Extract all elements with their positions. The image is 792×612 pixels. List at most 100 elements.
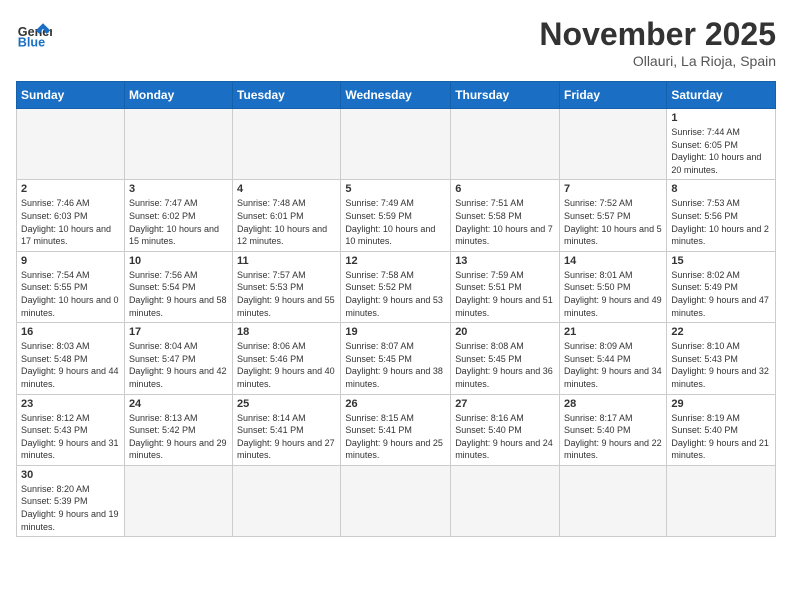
day-info: Sunrise: 7:44 AM Sunset: 6:05 PM Dayligh…: [671, 126, 771, 176]
day-info: Sunrise: 7:57 AM Sunset: 5:53 PM Dayligh…: [237, 269, 336, 319]
calendar-cell: 19 Sunrise: 8:07 AM Sunset: 5:45 PM Dayli…: [341, 323, 451, 394]
weekday-header-friday: Friday: [560, 82, 667, 109]
calendar-cell: 29 Sunrise: 8:19 AM Sunset: 5:40 PM Dayli…: [667, 394, 776, 465]
day-number: 11: [237, 255, 336, 267]
calendar-cell: 20Sunrise: 8:08 AM Sunset: 5:45 PM Dayli…: [451, 323, 560, 394]
day-info: Sunrise: 8:15 AM Sunset: 5:41 PM Dayligh…: [345, 412, 446, 462]
svg-text:Blue: Blue: [18, 36, 45, 50]
calendar-cell: 3 Sunrise: 7:47 AM Sunset: 6:02 PM Daylig…: [124, 180, 232, 251]
weekday-header-row: SundayMondayTuesdayWednesdayThursdayFrid…: [17, 82, 776, 109]
calendar-cell: 5Sunrise: 7:49 AM Sunset: 5:59 PM Daylig…: [341, 180, 451, 251]
weekday-header-monday: Monday: [124, 82, 232, 109]
calendar-week-2: 2Sunrise: 7:46 AM Sunset: 6:03 PM Daylig…: [17, 180, 776, 251]
day-number: 2: [21, 183, 120, 195]
day-number: 16: [21, 326, 120, 338]
day-number: 13: [455, 255, 555, 267]
calendar-cell: 7 Sunrise: 7:52 AM Sunset: 5:57 PM Daylig…: [560, 180, 667, 251]
day-number: 29: [671, 398, 771, 410]
day-info: Sunrise: 8:20 AM Sunset: 5:39 PM Dayligh…: [21, 483, 120, 533]
logo: General Blue: [16, 16, 52, 52]
day-info: Sunrise: 8:16 AM Sunset: 5:40 PM Dayligh…: [455, 412, 555, 462]
day-info: Sunrise: 7:54 AM Sunset: 5:55 PM Dayligh…: [21, 269, 120, 319]
day-info: Sunrise: 8:19 AM Sunset: 5:40 PM Dayligh…: [671, 412, 771, 462]
calendar-cell: [233, 109, 341, 180]
calendar-cell: 9Sunrise: 7:54 AM Sunset: 5:55 PM Daylig…: [17, 251, 125, 322]
day-info: Sunrise: 8:06 AM Sunset: 5:46 PM Dayligh…: [237, 340, 336, 390]
calendar-cell: 4 Sunrise: 7:48 AM Sunset: 6:01 PM Daylig…: [233, 180, 341, 251]
calendar-cell: [451, 465, 560, 536]
day-number: 23: [21, 398, 120, 410]
calendar-cell: 10Sunrise: 7:56 AM Sunset: 5:54 PM Dayli…: [124, 251, 232, 322]
day-number: 21: [564, 326, 662, 338]
day-info: Sunrise: 8:12 AM Sunset: 5:43 PM Dayligh…: [21, 412, 120, 462]
day-info: Sunrise: 8:04 AM Sunset: 5:47 PM Dayligh…: [129, 340, 228, 390]
page-header: General Blue November 2025 Ollauri, La R…: [16, 16, 776, 69]
day-info: Sunrise: 8:03 AM Sunset: 5:48 PM Dayligh…: [21, 340, 120, 390]
day-info: Sunrise: 7:51 AM Sunset: 5:58 PM Dayligh…: [455, 197, 555, 247]
calendar-cell: 1 Sunrise: 7:44 AM Sunset: 6:05 PM Daylig…: [667, 109, 776, 180]
day-info: Sunrise: 8:07 AM Sunset: 5:45 PM Dayligh…: [345, 340, 446, 390]
calendar-cell: 18 Sunrise: 8:06 AM Sunset: 5:46 PM Dayli…: [233, 323, 341, 394]
calendar-cell: 25 Sunrise: 8:14 AM Sunset: 5:41 PM Dayli…: [233, 394, 341, 465]
day-number: 3: [129, 183, 228, 195]
weekday-header-wednesday: Wednesday: [341, 82, 451, 109]
day-number: 19: [345, 326, 446, 338]
calendar-week-6: 30 Sunrise: 8:20 AM Sunset: 5:39 PM Dayli…: [17, 465, 776, 536]
month-title: November 2025: [539, 16, 776, 53]
day-number: 28: [564, 398, 662, 410]
day-number: 1: [671, 112, 771, 124]
day-number: 6: [455, 183, 555, 195]
calendar-cell: 14 Sunrise: 8:01 AM Sunset: 5:50 PM Dayli…: [560, 251, 667, 322]
day-info: Sunrise: 7:53 AM Sunset: 5:56 PM Dayligh…: [671, 197, 771, 247]
day-info: Sunrise: 7:58 AM Sunset: 5:52 PM Dayligh…: [345, 269, 446, 319]
day-info: Sunrise: 8:02 AM Sunset: 5:49 PM Dayligh…: [671, 269, 771, 319]
calendar-cell: [233, 465, 341, 536]
calendar-cell: 11 Sunrise: 7:57 AM Sunset: 5:53 PM Dayli…: [233, 251, 341, 322]
calendar-cell: 24 Sunrise: 8:13 AM Sunset: 5:42 PM Dayli…: [124, 394, 232, 465]
day-info: Sunrise: 7:49 AM Sunset: 5:59 PM Dayligh…: [345, 197, 446, 247]
calendar-cell: [560, 465, 667, 536]
day-number: 27: [455, 398, 555, 410]
weekday-header-saturday: Saturday: [667, 82, 776, 109]
calendar-cell: 17 Sunrise: 8:04 AM Sunset: 5:47 PM Dayli…: [124, 323, 232, 394]
calendar-cell: 26Sunrise: 8:15 AM Sunset: 5:41 PM Dayli…: [341, 394, 451, 465]
day-info: Sunrise: 7:52 AM Sunset: 5:57 PM Dayligh…: [564, 197, 662, 247]
day-number: 25: [237, 398, 336, 410]
calendar-week-1: 1 Sunrise: 7:44 AM Sunset: 6:05 PM Daylig…: [17, 109, 776, 180]
day-info: Sunrise: 8:13 AM Sunset: 5:42 PM Dayligh…: [129, 412, 228, 462]
calendar-cell: 30 Sunrise: 8:20 AM Sunset: 5:39 PM Dayli…: [17, 465, 125, 536]
calendar-cell: 27 Sunrise: 8:16 AM Sunset: 5:40 PM Dayli…: [451, 394, 560, 465]
day-number: 24: [129, 398, 228, 410]
day-number: 12: [345, 255, 446, 267]
day-number: 4: [237, 183, 336, 195]
location: Ollauri, La Rioja, Spain: [539, 53, 776, 69]
calendar-cell: 15Sunrise: 8:02 AM Sunset: 5:49 PM Dayli…: [667, 251, 776, 322]
day-number: 7: [564, 183, 662, 195]
calendar-cell: [667, 465, 776, 536]
day-info: Sunrise: 8:17 AM Sunset: 5:40 PM Dayligh…: [564, 412, 662, 462]
day-info: Sunrise: 7:59 AM Sunset: 5:51 PM Dayligh…: [455, 269, 555, 319]
calendar-cell: 6 Sunrise: 7:51 AM Sunset: 5:58 PM Daylig…: [451, 180, 560, 251]
weekday-header-thursday: Thursday: [451, 82, 560, 109]
calendar-week-3: 9Sunrise: 7:54 AM Sunset: 5:55 PM Daylig…: [17, 251, 776, 322]
calendar-cell: [341, 465, 451, 536]
day-number: 18: [237, 326, 336, 338]
day-number: 17: [129, 326, 228, 338]
day-number: 30: [21, 469, 120, 481]
calendar-cell: 22Sunrise: 8:10 AM Sunset: 5:43 PM Dayli…: [667, 323, 776, 394]
calendar-cell: [17, 109, 125, 180]
calendar-cell: [124, 109, 232, 180]
calendar-cell: 13 Sunrise: 7:59 AM Sunset: 5:51 PM Dayli…: [451, 251, 560, 322]
day-info: Sunrise: 8:01 AM Sunset: 5:50 PM Dayligh…: [564, 269, 662, 319]
day-info: Sunrise: 7:48 AM Sunset: 6:01 PM Dayligh…: [237, 197, 336, 247]
day-info: Sunrise: 7:56 AM Sunset: 5:54 PM Dayligh…: [129, 269, 228, 319]
calendar-cell: [451, 109, 560, 180]
calendar-cell: 12 Sunrise: 7:58 AM Sunset: 5:52 PM Dayli…: [341, 251, 451, 322]
day-info: Sunrise: 7:47 AM Sunset: 6:02 PM Dayligh…: [129, 197, 228, 247]
calendar-cell: 16 Sunrise: 8:03 AM Sunset: 5:48 PM Dayli…: [17, 323, 125, 394]
day-number: 14: [564, 255, 662, 267]
calendar-cell: 8Sunrise: 7:53 AM Sunset: 5:56 PM Daylig…: [667, 180, 776, 251]
calendar-cell: 21Sunrise: 8:09 AM Sunset: 5:44 PM Dayli…: [560, 323, 667, 394]
day-info: Sunrise: 8:14 AM Sunset: 5:41 PM Dayligh…: [237, 412, 336, 462]
calendar-cell: 23 Sunrise: 8:12 AM Sunset: 5:43 PM Dayli…: [17, 394, 125, 465]
